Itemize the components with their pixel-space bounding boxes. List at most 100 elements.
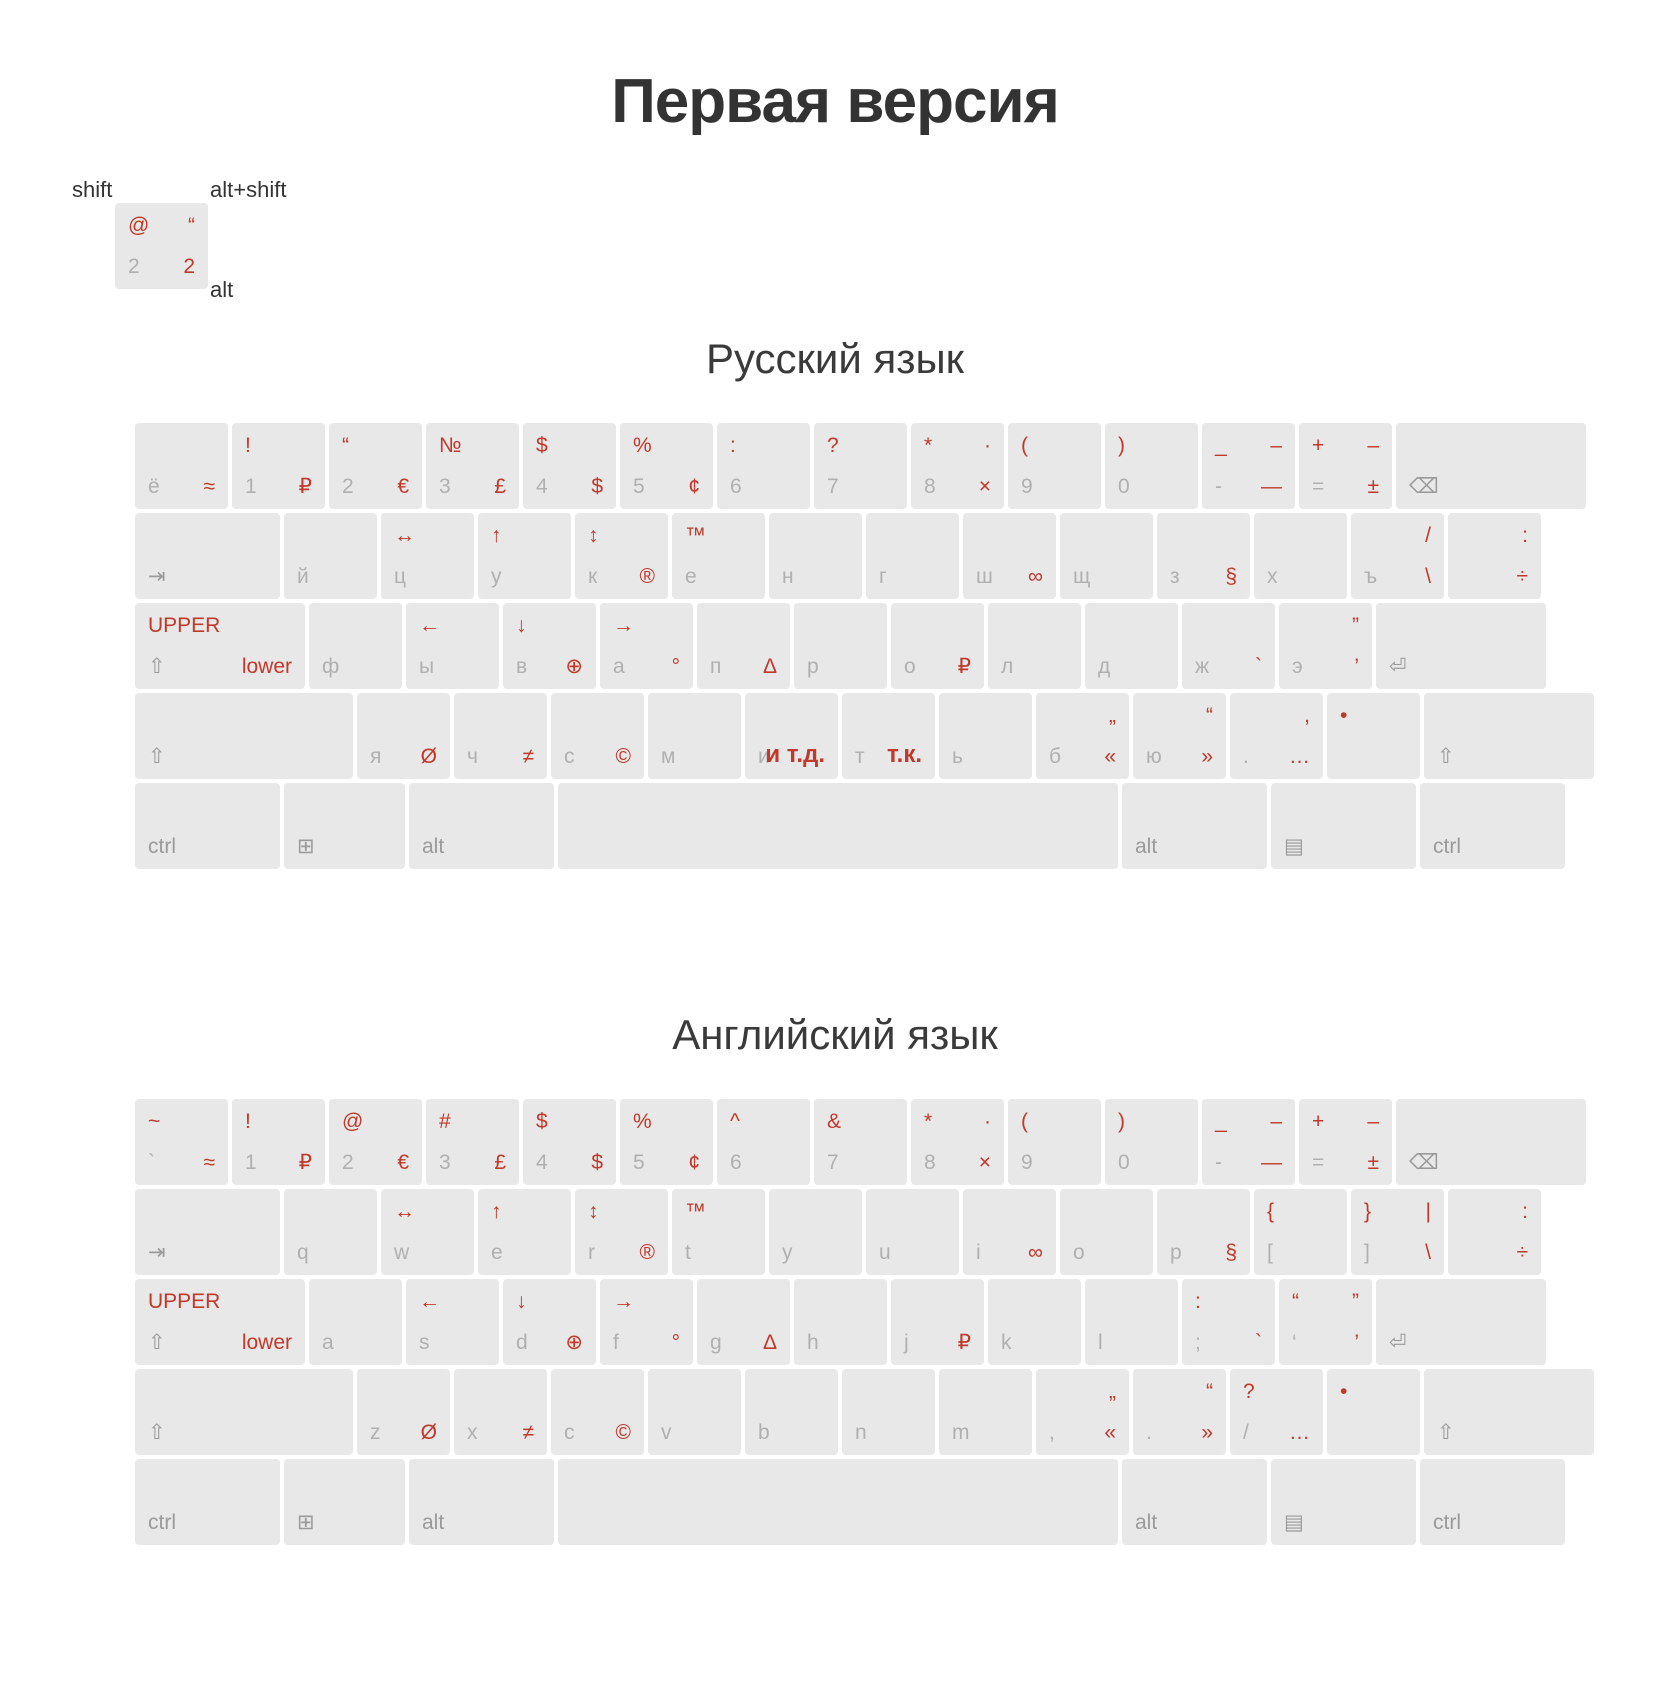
key[interactable]: г [866, 513, 959, 599]
key[interactable]: ⌫ [1396, 1099, 1586, 1185]
key[interactable]: + – = ± [1299, 1099, 1392, 1185]
key[interactable]: q [284, 1189, 377, 1275]
key[interactable]: з § [1157, 513, 1250, 599]
key[interactable]: l [1085, 1279, 1178, 1365]
key[interactable]: ш ∞ [963, 513, 1056, 599]
key[interactable]: ч ≠ [454, 693, 547, 779]
key[interactable]: $4 $ [523, 423, 616, 509]
key[interactable]: y [769, 1189, 862, 1275]
key[interactable]: ” э ’ [1279, 603, 1372, 689]
key[interactable]: → f ° [600, 1279, 693, 1365]
key[interactable] [558, 1459, 1118, 1545]
key[interactable]: alt [1122, 1459, 1267, 1545]
key[interactable]: щ [1060, 513, 1153, 599]
key[interactable]: & 7 [814, 1099, 907, 1185]
key[interactable]: * · 8 × [911, 1099, 1004, 1185]
key[interactable]: ™ е [672, 513, 765, 599]
key[interactable]: ж ` [1182, 603, 1275, 689]
key[interactable]: ! 1 ₽ [232, 1099, 325, 1185]
key[interactable]: c © [551, 1369, 644, 1455]
key[interactable]: ↑ e [478, 1189, 571, 1275]
key[interactable]: * · 8 × [911, 423, 1004, 509]
key[interactable]: „, « [1036, 1369, 1129, 1455]
key[interactable]: “ 2 € [329, 423, 422, 509]
key[interactable]: :; ` [1182, 1279, 1275, 1365]
key[interactable]: ⇧ [135, 1369, 353, 1455]
key[interactable]: ↔ ц [381, 513, 474, 599]
key[interactable]: ↔ w [381, 1189, 474, 1275]
key[interactable]: UPPER ⇧ lower [135, 1279, 305, 1365]
key[interactable]: h [794, 1279, 887, 1365]
key[interactable]: (9 [1008, 423, 1101, 509]
key[interactable]: u [866, 1189, 959, 1275]
key[interactable]: х [1254, 513, 1347, 599]
key[interactable]: n [842, 1369, 935, 1455]
key[interactable]: ↓ в ⊕ [503, 603, 596, 689]
key[interactable]: % 5 ¢ [620, 1099, 713, 1185]
key[interactable]: ) 0 [1105, 423, 1198, 509]
key[interactable]: ⊞ [284, 1459, 405, 1545]
key[interactable]: ▤ [1271, 1459, 1416, 1545]
key[interactable]: • [1327, 1369, 1420, 1455]
key[interactable]: p § [1157, 1189, 1250, 1275]
key[interactable]: UPPER ⇧ lower [135, 603, 305, 689]
key[interactable]: ↕ r ® [575, 1189, 668, 1275]
key[interactable]: b [745, 1369, 838, 1455]
key[interactable]: ~ ` ≈ [135, 1099, 228, 1185]
key[interactable]: :6 [717, 423, 810, 509]
key[interactable]: пΔ [697, 603, 790, 689]
key[interactable]: ctrl [135, 783, 280, 869]
key[interactable]: zØ [357, 1369, 450, 1455]
key[interactable]: ▤ [1271, 783, 1416, 869]
key[interactable]: x ≠ [454, 1369, 547, 1455]
key[interactable]: ctrl [1420, 783, 1565, 869]
key[interactable]: ctrl [135, 1459, 280, 1545]
key[interactable]: ии т.д. [745, 693, 838, 779]
key[interactable]: gΔ [697, 1279, 790, 1365]
key[interactable]: ⊞ [284, 783, 405, 869]
key[interactable]: / ъ \ [1351, 513, 1444, 599]
key[interactable]: ⌫ [1396, 423, 1586, 509]
key[interactable]: “. » [1133, 1369, 1226, 1455]
key[interactable]: ctrl [1420, 1459, 1565, 1545]
key[interactable]: m [939, 1369, 1032, 1455]
key[interactable]: ← ы [406, 603, 499, 689]
key[interactable]: _ – - — [1202, 1099, 1295, 1185]
key[interactable]: “ ” ‘ ’ [1279, 1279, 1372, 1365]
key[interactable]: ⇥ [135, 513, 280, 599]
key[interactable]: ™ t [672, 1189, 765, 1275]
key[interactable]: v [648, 1369, 741, 1455]
key[interactable]: яØ [357, 693, 450, 779]
key[interactable]: р [794, 603, 887, 689]
key[interactable]: ф [309, 603, 402, 689]
key[interactable]: {[ [1254, 1189, 1347, 1275]
key[interactable]: o [1060, 1189, 1153, 1275]
key[interactable]: + – = ± [1299, 423, 1392, 509]
key[interactable]: ⇧ [135, 693, 353, 779]
key[interactable]: $4 $ [523, 1099, 616, 1185]
key[interactable]: ^ 6 [717, 1099, 810, 1185]
key[interactable]: ⇧ [1424, 1369, 1594, 1455]
key[interactable]: : ÷ [1448, 1189, 1541, 1275]
key[interactable]: % 5 ¢ [620, 423, 713, 509]
key[interactable]: ↑ у [478, 513, 571, 599]
key[interactable]: k [988, 1279, 1081, 1365]
key[interactable]: № 3 £ [426, 423, 519, 509]
key[interactable]: • [1327, 693, 1420, 779]
key[interactable]: @2 € [329, 1099, 422, 1185]
key[interactable]: с © [551, 693, 644, 779]
key[interactable]: “ ю » [1133, 693, 1226, 779]
key[interactable]: ⏎ [1376, 1279, 1546, 1365]
key[interactable]: ⇧ [1424, 693, 1594, 779]
key[interactable]: ? /… [1230, 1369, 1323, 1455]
key[interactable]: a [309, 1279, 402, 1365]
key[interactable]: „ б « [1036, 693, 1129, 779]
key[interactable]: д [1085, 603, 1178, 689]
key[interactable]: т т.к. [842, 693, 935, 779]
key[interactable]: i ∞ [963, 1189, 1056, 1275]
key[interactable]: → а ° [600, 603, 693, 689]
key[interactable]: j ₽ [891, 1279, 984, 1365]
key[interactable]: л [988, 603, 1081, 689]
key[interactable]: ё ≈ [135, 423, 228, 509]
key[interactable]: ↕ к ® [575, 513, 668, 599]
